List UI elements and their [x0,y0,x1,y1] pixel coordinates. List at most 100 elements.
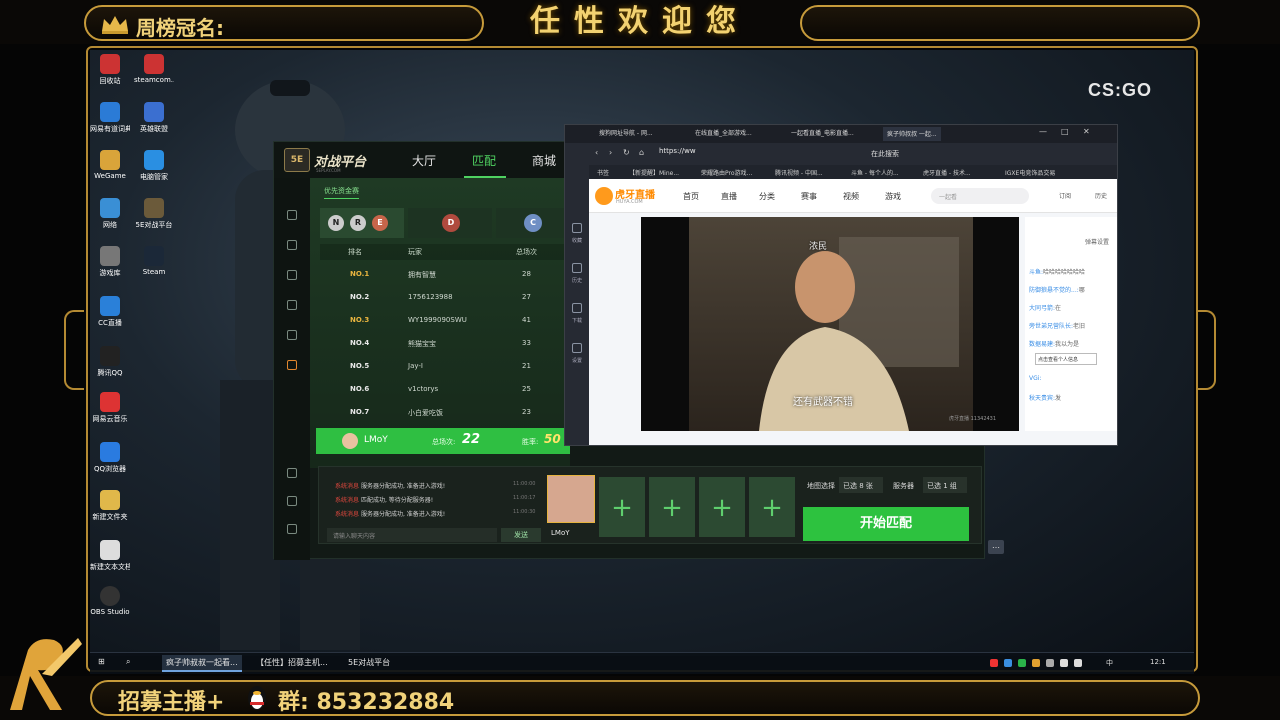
invite-slot-2[interactable]: + [649,477,695,537]
desktop-icon-qq[interactable]: 腾讯QQ [90,346,130,378]
invite-slot-1[interactable]: + [599,477,645,537]
bookmark-item[interactable]: 斗鱼 - 每个人的... [851,168,899,177]
taskbar-item[interactable]: 5E对战平台 [348,657,390,668]
desktop-icon-qq-browser[interactable]: QQ浏览器 [90,442,130,474]
favorites-icon[interactable] [572,223,582,233]
sidebar-video-icon[interactable] [287,300,297,310]
sidebar-tools-icon[interactable] [287,468,297,478]
back-icon[interactable]: ‹ [595,148,598,157]
search-box[interactable]: 在此搜索 [871,149,899,159]
tray-app-icon[interactable] [1046,659,1054,667]
history-icon[interactable] [572,263,582,273]
home-icon[interactable]: ⌂ [639,148,644,157]
nav-shop[interactable]: 商城 [532,152,556,169]
table-row[interactable]: NO.2 1756123988 27 [320,287,570,310]
bookmark-item[interactable]: IGXE电竞饰品交易 [1005,168,1055,177]
table-row[interactable]: NO.7 小白爱吃饭 23 [320,402,570,425]
network-icon[interactable] [1060,659,1068,667]
video-player[interactable]: 浓民 还有武器不错 虎牙直播 11342431 [641,217,1019,431]
huya-logo-icon[interactable] [595,187,613,205]
chat-bubble-icon[interactable]: … [988,540,1004,554]
my-player-slot[interactable] [547,475,595,523]
start-icon[interactable]: ⊞ [98,657,105,666]
bookmark-item[interactable]: 腾讯视频 - 中国... [775,168,823,177]
desktop-icon-netease-music[interactable]: 网易云音乐 [90,392,130,424]
desktop-icon-network[interactable]: 网络 [90,198,130,230]
url-field[interactable]: https://ww [659,147,769,161]
sidebar-gear-icon[interactable] [287,330,297,340]
subscribe-link[interactable]: 订阅 [1059,191,1071,200]
nav-lobby[interactable]: 大厅 [412,152,436,169]
download-icon[interactable] [572,303,582,313]
huya-search-input[interactable]: 一起看 [931,188,1029,204]
desktop-icon-youdao[interactable]: 网易有道词典 [90,102,130,134]
clock[interactable]: 12:1 [1150,658,1166,666]
table-row[interactable]: NO.1 拥有智慧 28 [320,264,570,287]
tier-tab-c[interactable]: C [496,208,570,238]
my-rank-bar[interactable]: LMoY 总场次: 22 胜率: 50 [316,428,570,454]
server-dropdown[interactable]: 已选 1 组 [923,477,967,493]
maximize-icon[interactable]: □ [1061,127,1069,136]
map-select-dropdown[interactable]: 已选 8 张 [839,477,883,493]
forward-icon[interactable]: › [609,148,612,157]
browser-tab[interactable]: 一起看直播_电影直播... [791,128,854,142]
invite-slot-3[interactable]: + [699,477,745,537]
desktop-icon-steamcommunity[interactable]: steamcom... [134,54,174,84]
sidebar-trophy-icon[interactable] [287,240,297,250]
tray-app-icon[interactable] [1032,659,1040,667]
refresh-icon[interactable]: ↻ [623,148,630,157]
huya-nav-category[interactable]: 分类 [759,191,775,202]
browser-tab-active[interactable]: 疯子帅叔叔 一起... [883,127,941,141]
leaderboard-subtab[interactable]: 优先资金赛 [324,186,359,199]
history-link[interactable]: 历史 [1095,191,1107,200]
invite-slot-4[interactable]: + [749,477,795,537]
desktop-icon-game-library[interactable]: 游戏库 [90,246,130,278]
tray-app-icon[interactable] [1018,659,1026,667]
desktop-icon-lol[interactable]: 英雄联盟 [134,102,174,134]
table-row[interactable]: NO.3 WY1999090SWU 41 [320,310,570,333]
chat-input[interactable]: 请输入聊天内容 [327,528,497,542]
settings-icon[interactable] [572,343,582,353]
sidebar-fire-icon[interactable] [287,360,297,370]
desktop-icon-wegame[interactable]: WeGame [90,150,130,180]
huya-nav-events[interactable]: 赛事 [801,191,817,202]
desktop-icon-steam[interactable]: Steam [134,246,174,276]
desktop-icon-5e[interactable]: 5E对战平台 [134,198,174,230]
start-match-button[interactable]: 开始匹配 [803,507,969,541]
desktop-icon-pc-manager[interactable]: 电脑管家 [134,150,174,182]
desktop-icon-new-folder[interactable]: 新建文件夹 [90,490,130,522]
huya-nav-games[interactable]: 游戏 [885,191,901,202]
desktop-icon-cc-live[interactable]: CC直播 [90,296,130,328]
table-row[interactable]: NO.5 Jay-I 21 [320,356,570,379]
bookmark-item[interactable]: 书签 [597,168,609,177]
desktop-icon-obs[interactable]: OBS Studio [90,586,130,616]
taskbar-item[interactable]: 【任性】招募主机... [256,657,328,668]
input-language[interactable]: 中 [1106,658,1113,668]
close-icon[interactable]: ✕ [1083,127,1090,136]
desktop-icon-text-file[interactable]: 新建文本文档.txt [90,540,130,572]
sidebar-hourglass-icon[interactable] [287,496,297,506]
browser-tab[interactable]: 搜狗网址导航 - 网... [599,128,653,142]
huya-nav-video[interactable]: 视频 [843,191,859,202]
volume-icon[interactable] [1074,659,1082,667]
chat-setting[interactable]: 弹幕设置 [1085,237,1109,246]
huya-nav-home[interactable]: 首页 [683,191,699,202]
desktop-icon-recycle-bin[interactable]: 回收站 [90,54,130,86]
bookmark-item[interactable]: 荣耀路由Pro游戏... [701,168,752,177]
bookmark-item[interactable]: 虎牙直播 - 技术... [923,168,971,177]
sidebar-list-icon[interactable] [287,210,297,220]
table-row[interactable]: NO.6 v1ctorys 25 [320,379,570,402]
tray-app-icon[interactable] [990,659,998,667]
nav-match[interactable]: 匹配 [472,152,496,169]
browser-tab[interactable]: 在线直播_全部游戏... [695,128,752,142]
huya-nav-live[interactable]: 直播 [721,191,737,202]
bookmark-item[interactable]: 【新提醒】Mine... [629,168,679,177]
tier-tab-d[interactable]: D [408,208,492,238]
table-row[interactable]: NO.4 熊猫宝宝 33 [320,333,570,356]
minimize-icon[interactable]: — [1039,127,1047,136]
search-icon[interactable]: ⌕ [126,657,130,667]
send-button[interactable]: 发送 [501,528,541,542]
taskbar-item[interactable]: 疯子帅叔叔一起看... [162,655,242,672]
sidebar-chart-icon[interactable] [287,270,297,280]
tier-tab-ranked[interactable]: N R E [320,208,404,238]
